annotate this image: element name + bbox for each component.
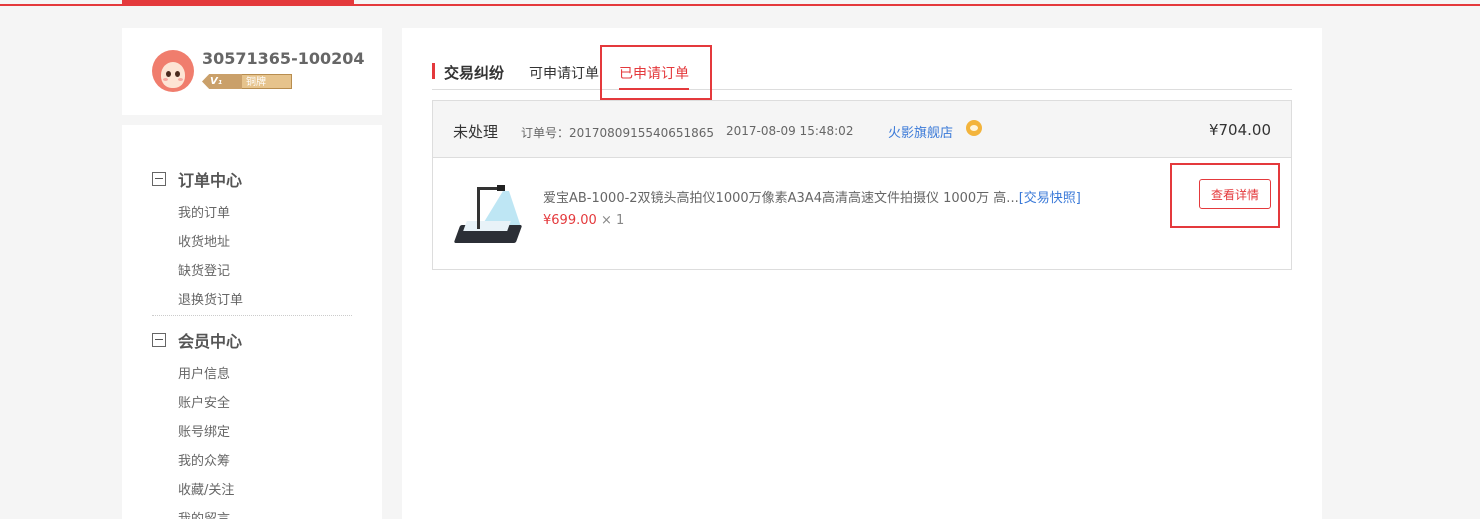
avatar-cheek-right xyxy=(178,78,183,81)
main-panel: 交易纠纷 可申请订单 已申请订单 未处理 订单号：201708091554065… xyxy=(402,28,1322,519)
avatar-eye-left xyxy=(166,71,171,77)
sidebar-item-crowdfunding[interactable]: 我的众筹 xyxy=(178,450,230,469)
thumbnail-camera-head xyxy=(497,185,505,191)
sidebar-section-order-center[interactable]: 订单中心 xyxy=(152,167,242,191)
order-number: 订单号：2017080915540651865 xyxy=(521,126,715,140)
username: 30571365-100204 xyxy=(202,49,365,68)
member-level-badge: V₁ 铜牌 xyxy=(202,74,292,89)
sidebar-item-messages[interactable]: 我的留言 xyxy=(178,508,230,519)
highlight-box-button xyxy=(1170,163,1280,228)
top-nav-active-indicator xyxy=(122,0,354,6)
order-time: 2017-08-09 15:48:02 xyxy=(726,124,854,138)
product-name-row: 爱宝AB-1000-2双镜头高拍仪1000万像素A3A4高清高速文件拍摄仪 10… xyxy=(543,187,1081,206)
product-quantity: × 1 xyxy=(601,213,625,228)
shop-link[interactable]: 火影旗舰店 xyxy=(888,122,953,141)
avatar[interactable] xyxy=(152,50,194,92)
tab-applicable-orders[interactable]: 可申请订单 xyxy=(529,63,599,83)
order-card: 未处理 订单号：2017080915540651865 2017-08-09 1… xyxy=(432,100,1292,270)
collapse-icon[interactable] xyxy=(152,333,166,347)
top-nav-bar xyxy=(0,0,1480,6)
dispute-tab-bar: 交易纠纷 可申请订单 已申请订单 xyxy=(432,60,1292,90)
sidebar-item-account-binding[interactable]: 账号绑定 xyxy=(178,421,230,440)
sidebar-divider xyxy=(152,315,352,316)
sidebar-item-account-security[interactable]: 账户安全 xyxy=(178,392,230,411)
sidebar-section-title: 订单中心 xyxy=(178,171,243,190)
sidebar-item-out-of-stock[interactable]: 缺货登记 xyxy=(178,260,230,279)
avatar-cheek-left xyxy=(163,78,168,81)
sidebar-item-favorites[interactable]: 收藏/关注 xyxy=(178,479,234,498)
avatar-face xyxy=(161,62,185,88)
collapse-icon[interactable] xyxy=(152,172,166,186)
sidebar-item-returns[interactable]: 退换货订单 xyxy=(178,289,243,308)
sidebar: 订单中心 我的订单 收货地址 缺货登记 退换货订单 会员中心 用户信息 账户安全… xyxy=(122,125,382,519)
order-status: 未处理 xyxy=(453,123,499,141)
sidebar-section-title: 会员中心 xyxy=(178,332,243,351)
sidebar-item-my-orders[interactable]: 我的订单 xyxy=(178,202,230,221)
thumbnail-mat xyxy=(463,221,511,231)
order-total: ¥704.00 xyxy=(1208,121,1271,139)
sidebar-item-user-info[interactable]: 用户信息 xyxy=(178,363,230,382)
user-card: 30571365-100204 V₁ 铜牌 xyxy=(122,28,382,115)
customer-service-icon[interactable] xyxy=(966,120,982,136)
level-prefix: V₁ xyxy=(202,74,242,89)
trade-snapshot-link[interactable]: [交易快照] xyxy=(1019,191,1081,206)
title-marker xyxy=(432,63,435,79)
order-header: 未处理 订单号：2017080915540651865 2017-08-09 1… xyxy=(433,101,1291,158)
sidebar-item-shipping-address[interactable]: 收货地址 xyxy=(178,231,230,250)
sidebar-section-member-center[interactable]: 会员中心 xyxy=(152,328,242,352)
avatar-eye-right xyxy=(175,71,180,77)
product-name-link[interactable]: 爱宝AB-1000-2双镜头高拍仪1000万像素A3A4高清高速文件拍摄仪 10… xyxy=(543,191,1019,206)
product-price: ¥699.00 xyxy=(543,213,597,228)
product-thumbnail[interactable] xyxy=(453,181,523,247)
level-name: 铜牌 xyxy=(242,74,292,89)
thumbnail-pole xyxy=(477,189,480,229)
highlight-box-tab xyxy=(600,45,712,100)
page-title: 交易纠纷 xyxy=(444,64,505,82)
